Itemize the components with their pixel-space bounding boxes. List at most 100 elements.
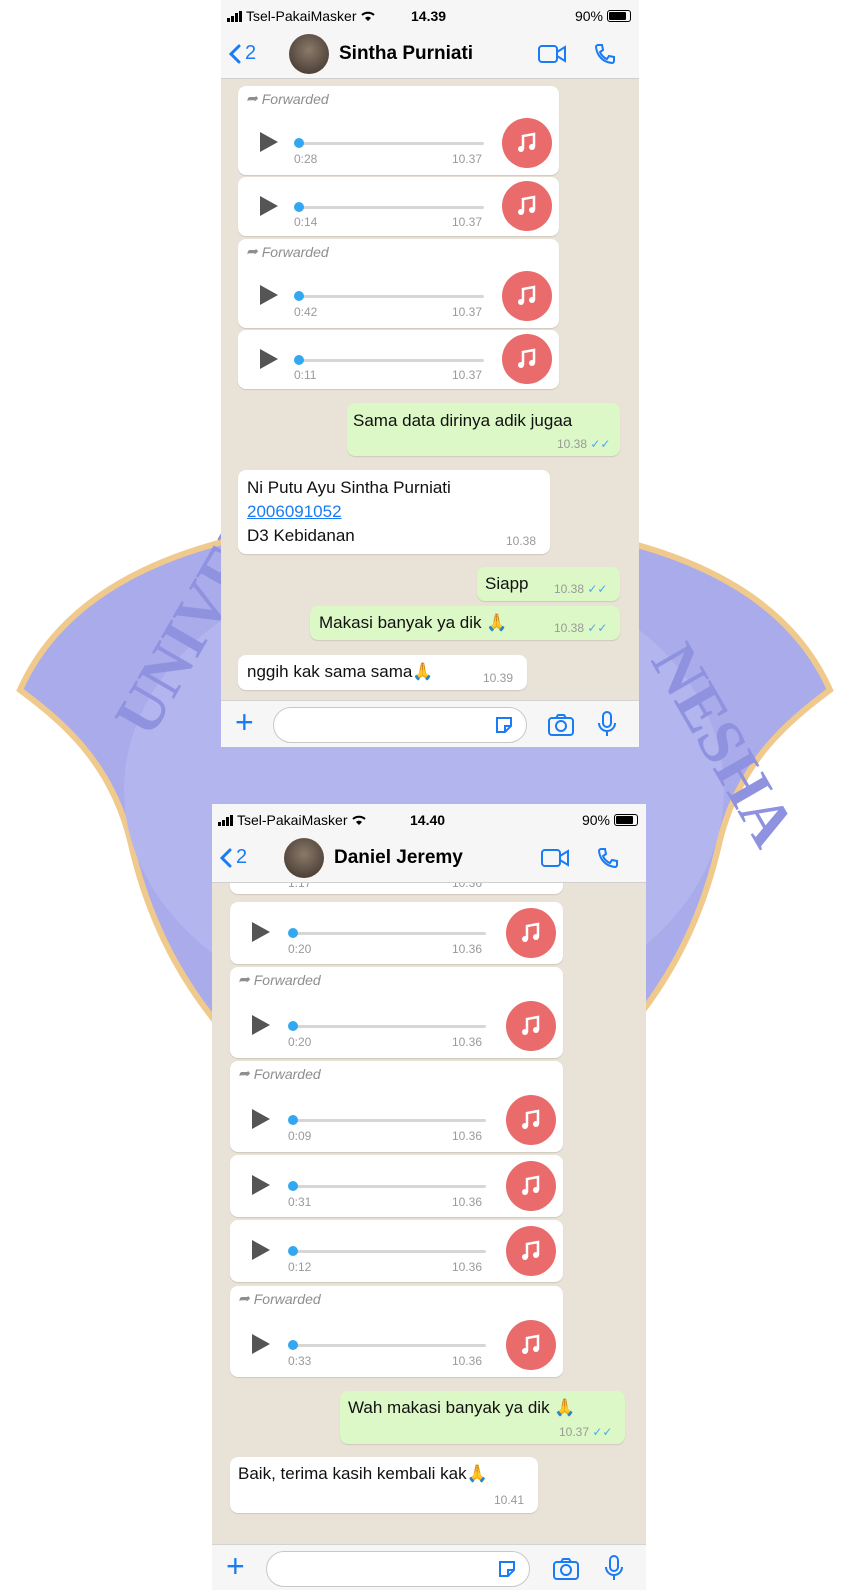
audio-progress-knob[interactable] <box>294 138 304 148</box>
music-note-icon <box>506 1161 556 1211</box>
audio-progress-knob[interactable] <box>288 1246 298 1256</box>
audio-duration: 0:42 <box>294 305 318 319</box>
audio-progress-track[interactable] <box>296 359 484 362</box>
camera-icon[interactable] <box>547 713 575 737</box>
audio-progress-knob[interactable] <box>288 1021 298 1031</box>
audio-message: ➦ Forwarded 0:28 10.37 <box>238 86 559 175</box>
message-text: Ni Putu Ayu Sintha Purniati <box>247 478 451 497</box>
wifi-icon <box>361 11 376 21</box>
contact-name[interactable]: Daniel Jeremy <box>334 847 463 869</box>
message-input[interactable] <box>273 707 527 743</box>
play-button[interactable] <box>252 1015 270 1035</box>
plus-icon[interactable]: + <box>226 1550 245 1582</box>
battery: 90% <box>582 812 638 828</box>
battery: 90% <box>575 8 631 24</box>
contact-avatar[interactable] <box>289 34 329 74</box>
play-button[interactable] <box>260 285 278 305</box>
back-button[interactable]: 2 <box>229 42 256 65</box>
audio-progress-track[interactable] <box>290 1250 486 1253</box>
message-text: nggih kak sama sama🙏 <box>247 662 434 681</box>
play-button[interactable] <box>252 1334 270 1354</box>
play-button[interactable] <box>252 1240 270 1260</box>
contact-avatar[interactable] <box>284 838 324 878</box>
audio-progress-track[interactable] <box>290 1025 486 1028</box>
audio-progress-knob[interactable] <box>288 1340 298 1350</box>
chat-screenshot-sintha: Tsel-PakaiMasker 14.39 90% 2 Sintha Purn… <box>221 0 639 747</box>
sticker-icon[interactable] <box>494 715 514 735</box>
message-time: 10.41 <box>494 1493 525 1507</box>
message-text: Makasi banyak ya dik 🙏 <box>319 613 508 632</box>
audio-message: 0:11 10.37 <box>238 330 559 389</box>
audio-progress-track[interactable] <box>296 142 484 145</box>
chevron-left-icon <box>220 848 232 867</box>
play-button[interactable] <box>252 922 270 942</box>
forwarded-label: ➦ Forwarded <box>246 243 329 260</box>
plus-icon[interactable]: + <box>235 706 254 738</box>
forward-arrow-icon: ➦ <box>238 1290 250 1306</box>
carrier: Tsel-PakaiMasker <box>227 8 376 24</box>
play-button[interactable] <box>252 1175 270 1195</box>
phone-call-icon[interactable] <box>596 846 620 870</box>
incoming-message: nggih kak sama sama🙏 10.39 <box>238 655 527 690</box>
play-button[interactable] <box>260 196 278 216</box>
audio-progress-track[interactable] <box>296 206 484 209</box>
camera-icon[interactable] <box>552 1557 580 1581</box>
audio-progress-track[interactable] <box>290 1119 486 1122</box>
student-id-link[interactable]: 2006091052 <box>247 502 342 522</box>
audio-progress-knob[interactable] <box>288 1115 298 1125</box>
music-note-icon <box>502 334 552 384</box>
message-input[interactable] <box>266 1551 530 1587</box>
audio-progress-track[interactable] <box>290 1185 486 1188</box>
audio-progress-knob[interactable] <box>294 202 304 212</box>
message-time: 10.37 <box>452 215 483 229</box>
outgoing-message: Sama data dirinya adik jugaa 10.38 ✓✓ <box>347 403 620 456</box>
unread-count: 2 <box>236 846 248 868</box>
audio-progress-knob[interactable] <box>288 1181 298 1191</box>
message-time: 10.36 <box>452 1260 483 1274</box>
music-note-icon <box>506 1095 556 1145</box>
audio-duration: 0:14 <box>294 215 318 229</box>
music-note-icon <box>506 1320 556 1370</box>
audio-progress-track[interactable] <box>290 932 486 935</box>
audio-progress-knob[interactable] <box>294 291 304 301</box>
audio-progress-knob[interactable] <box>288 928 298 938</box>
video-call-icon[interactable] <box>540 848 570 868</box>
phone-call-icon[interactable] <box>593 42 617 66</box>
battery-percent: 90% <box>581 812 610 828</box>
status-bar: Tsel-PakaiMasker 14.39 90% <box>221 0 639 30</box>
forwarded-label: ➦ Forwarded <box>238 971 321 988</box>
audio-progress-track[interactable] <box>296 295 484 298</box>
incoming-message: Baik, terima kasih kembali kak🙏 10.41 <box>230 1457 538 1513</box>
back-button[interactable]: 2 <box>220 846 247 869</box>
battery-icon <box>607 10 631 22</box>
music-note-icon <box>506 1001 556 1051</box>
audio-progress-track[interactable] <box>290 1344 486 1347</box>
audio-duration: 0:11 <box>294 368 317 382</box>
audio-message: 0:20 10.36 <box>230 902 563 964</box>
music-note-icon <box>502 271 552 321</box>
audio-message: ➦ Forwarded 0:20 10.36 <box>230 967 563 1058</box>
message-time: 10.36 <box>452 1129 483 1143</box>
audio-progress-knob[interactable] <box>294 355 304 365</box>
play-button[interactable] <box>260 349 278 369</box>
play-button[interactable] <box>252 1109 270 1129</box>
microphone-icon[interactable] <box>604 1554 624 1582</box>
contact-name[interactable]: Sintha Purniati <box>339 43 473 65</box>
audio-message: ➦ Forwarded 0:33 10.36 <box>230 1286 563 1377</box>
play-button[interactable] <box>260 132 278 152</box>
audio-message: 0:12 10.36 <box>230 1220 563 1282</box>
audio-message: ➦ Forwarded 0:09 10.36 <box>230 1061 563 1152</box>
carrier: Tsel-PakaiMasker <box>218 812 367 828</box>
carrier-name: Tsel-PakaiMasker <box>237 812 348 828</box>
wifi-icon <box>352 815 367 825</box>
read-ticks-icon: ✓✓ <box>590 437 611 451</box>
audio-duration: 0:12 <box>288 1260 312 1274</box>
sticker-icon[interactable] <box>497 1559 517 1579</box>
audio-duration: 0:20 <box>288 1035 312 1049</box>
music-note-icon <box>502 181 552 231</box>
audio-duration: 0:33 <box>288 1354 312 1368</box>
microphone-icon[interactable] <box>597 710 617 738</box>
message-text: Baik, terima kasih kembali kak🙏 <box>238 1464 488 1483</box>
video-call-icon[interactable] <box>537 44 567 64</box>
forwarded-label: ➦ Forwarded <box>246 90 329 107</box>
